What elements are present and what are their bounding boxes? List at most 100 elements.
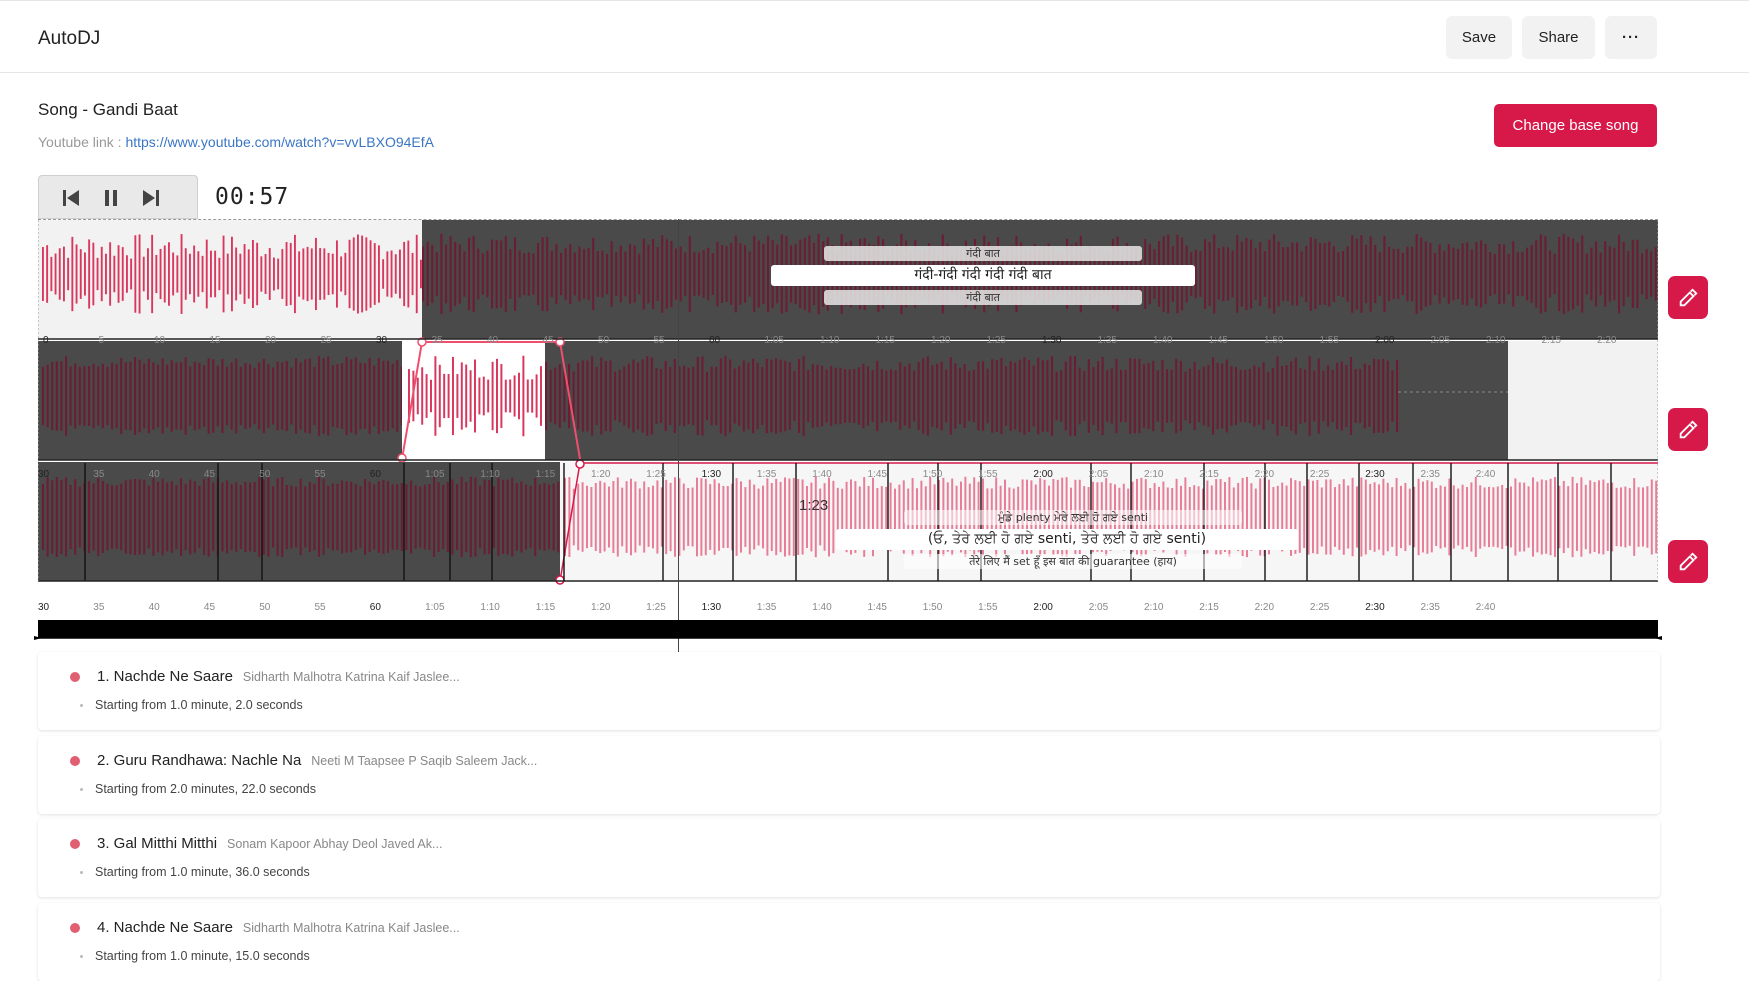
track-2-background — [38, 341, 1658, 460]
waveform-bar — [416, 377, 419, 415]
next-icon[interactable] — [139, 186, 163, 210]
waveform-bar — [744, 487, 747, 547]
waveform-bar — [816, 364, 819, 428]
waveform-bar — [318, 356, 321, 436]
waveform-bar — [624, 251, 627, 297]
waveform-bar — [621, 487, 624, 547]
waveform-bar — [652, 238, 655, 310]
waveform-bar — [1317, 358, 1320, 434]
time-tick-label: 1:25 — [646, 469, 666, 480]
waveform-bar — [740, 481, 742, 553]
waveform-bar — [497, 477, 500, 557]
waveform-bar — [222, 235, 225, 313]
waveform-bar — [1397, 248, 1400, 300]
waveform-bar — [382, 360, 385, 432]
waveform-bar — [1516, 251, 1519, 297]
waveform-bar — [1347, 485, 1350, 549]
waveform-bar — [368, 358, 371, 434]
waveform-bar — [1484, 243, 1487, 305]
edit-track-3-button[interactable] — [1668, 540, 1708, 583]
waveform-bar — [949, 357, 952, 435]
waveform-bar — [601, 250, 604, 298]
waveform-bar — [1452, 485, 1455, 549]
overall-timeline-bar[interactable] — [34, 620, 1662, 640]
time-tick-label: 2:00 — [1375, 335, 1395, 346]
youtube-link[interactable]: https://www.youtube.com/watch?v=vvLBXO94… — [125, 134, 434, 150]
waveform-bar — [1378, 484, 1380, 550]
time-tick-label: 1:05 — [764, 335, 784, 346]
waveform-bar — [1338, 484, 1341, 550]
playhead-line[interactable] — [678, 219, 679, 659]
more-options-button[interactable]: ··· — [1605, 16, 1657, 59]
waveform-bar — [1430, 481, 1433, 553]
prev-icon[interactable] — [59, 186, 83, 210]
waveform-bar — [641, 359, 644, 433]
waveform-bar — [1005, 366, 1008, 426]
waveform-bar — [688, 236, 691, 312]
waveform-bar — [433, 477, 436, 557]
waveform-bar — [627, 363, 630, 429]
pause-icon[interactable] — [99, 186, 123, 210]
queue-item-dot — [70, 756, 80, 766]
change-base-song-button[interactable]: Change base song — [1494, 104, 1657, 147]
waveform-bar — [226, 253, 229, 295]
waveform-bar — [793, 371, 796, 421]
queue-item[interactable]: 2. Guru Randhawa: Nachle Na Neeti M Taaps… — [38, 736, 1660, 814]
queue-item[interactable]: 4. Nachde Ne Saare Sidharth Malhotra Katr… — [38, 903, 1660, 981]
timeline-position-marker[interactable] — [877, 620, 893, 638]
waveform-bar — [522, 355, 525, 437]
waveform-bar — [88, 480, 91, 554]
waveform-bar — [1590, 247, 1593, 301]
waveform-bar — [1240, 241, 1243, 307]
waveform-bar — [643, 481, 646, 553]
queue-item[interactable]: 1. Nachde Ne Saare Sidharth Malhotra Katr… — [38, 652, 1660, 730]
share-button[interactable]: Share — [1522, 16, 1595, 59]
waveform-bar — [1420, 237, 1423, 311]
waveform-bar — [506, 479, 509, 555]
waveform-bar — [725, 246, 728, 302]
waveform-bar — [590, 486, 593, 548]
waveform-bar — [239, 366, 242, 426]
waveform-bar — [1074, 355, 1077, 437]
waveform-bar — [1248, 368, 1251, 424]
edit-track-1-button[interactable] — [1668, 276, 1708, 319]
time-tick-label: 2:40 — [1475, 469, 1496, 480]
waveform-bar — [407, 240, 410, 308]
waveform-bar — [460, 362, 463, 430]
waveform-bar — [1156, 370, 1159, 422]
time-tick-label: 1:45 — [1208, 335, 1228, 346]
waveform-bar — [472, 235, 475, 313]
queue-item[interactable]: 3. Gal Mitthi Mitthi Sonam Kapoor Abhay D… — [38, 819, 1660, 897]
waveform-bar — [1097, 361, 1100, 431]
waveform-bar — [797, 479, 800, 555]
waveform-bar — [221, 482, 224, 552]
waveform-editor[interactable]: गंदी बात गंदी-गंदी गंदी गंदी गंदी बात गं… — [38, 219, 1658, 613]
waveform-bar — [876, 360, 879, 432]
waveform-bar — [428, 484, 431, 550]
waveform-bar — [646, 356, 649, 436]
save-button[interactable]: Save — [1446, 16, 1512, 59]
waveform-bar — [264, 254, 267, 294]
waveform-bar — [299, 478, 302, 556]
waveform-bar — [1636, 239, 1639, 309]
waveform-bar — [477, 248, 480, 300]
waveform-bar — [74, 479, 77, 555]
waveform-bar — [931, 365, 934, 427]
time-tick-label: 2:00 — [1033, 469, 1053, 480]
waveform-bar — [1110, 368, 1113, 424]
waveform-bar — [615, 252, 618, 296]
envelope-handle — [397, 453, 407, 463]
waveform-bar — [647, 244, 650, 304]
waveform-bar — [1549, 250, 1552, 298]
waveform-bar — [138, 479, 141, 555]
waveform-bar — [757, 488, 760, 546]
waveform-bar — [1514, 478, 1517, 556]
waveform-bar — [825, 369, 828, 423]
edit-track-2-button[interactable] — [1668, 408, 1708, 451]
waveform-bar — [262, 359, 265, 433]
waveform-bar — [554, 367, 557, 425]
waveform-bar — [735, 478, 738, 556]
waveform-bar — [55, 477, 58, 557]
waveform-bar — [197, 251, 200, 297]
waveform-bar — [175, 362, 178, 430]
